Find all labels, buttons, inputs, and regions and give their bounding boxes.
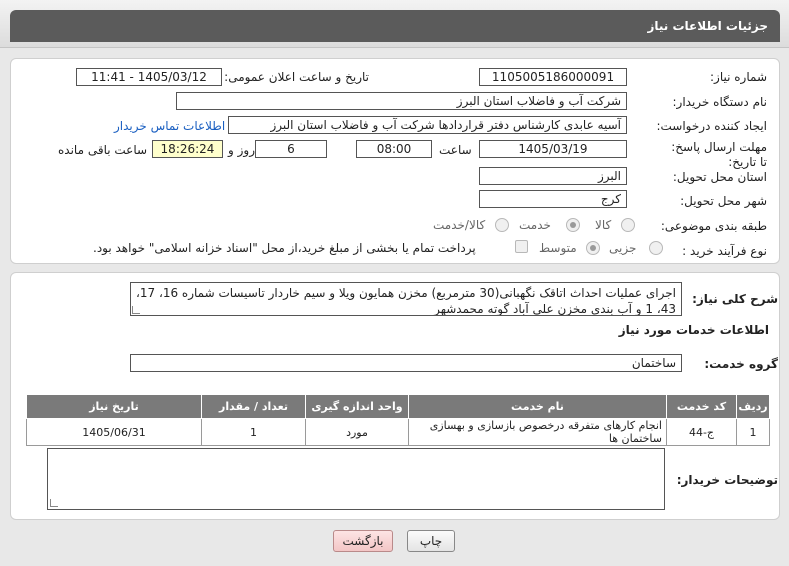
cell-need-date: 1405/06/31 [26,418,202,446]
category-goods-label: کالا [595,218,612,232]
back-button[interactable]: بازگشت [333,530,393,552]
treasury-payment-note: پرداخت تمام یا بخشی از مبلغ خرید،از محل … [93,241,476,255]
need-summary-line-1: اجرای عملیات احداث اتاقک نگهبانی(30 مترم… [135,286,676,300]
process-medium-label: متوسط [539,241,577,255]
buyer-org-label: نام دستگاه خریدار: [672,95,768,109]
services-section-title: اطلاعات خدمات مورد نیاز [618,323,769,337]
service-group-label: گروه خدمت: [704,357,778,371]
process-minor-label: جزیی [609,241,637,255]
table-row: 1 ج-44 انجام کارهای متفرقه درخصوص بازساز… [26,418,770,446]
delivery-province-label: استان محل تحویل: [672,170,767,184]
deadline-date-field: 1405/03/19 [479,140,627,158]
print-button[interactable]: چاپ [407,530,455,552]
summary-resize-handle[interactable] [132,306,140,314]
request-creator-label: ایجاد کننده درخواست: [656,119,767,133]
remaining-days-field: 6 [255,140,327,158]
deadline-time-field: 08:00 [356,140,432,158]
treasury-payment-checkbox[interactable] [515,240,528,253]
announce-datetime-field: 1405/03/12 - 11:41 [76,68,222,86]
category-goods-service-radio[interactable] [495,218,509,232]
col-service-code: کد خدمت [666,394,737,419]
remaining-time-label: ساعت باقی مانده [58,143,148,157]
need-info-panel [10,58,780,264]
col-row-number: ردیف [736,394,770,419]
buyer-contact-link[interactable]: اطلاعات تماس خریدار [114,119,225,133]
category-label: طبقه بندی موضوعی: [660,219,767,233]
deadline-time-label: ساعت [439,143,472,157]
buyer-notes-label: توضیحات خریدار: [676,473,778,487]
process-minor-radio[interactable] [649,241,663,255]
cell-service-code: ج-44 [666,418,737,446]
service-group-field: ساختمان [130,354,682,372]
announce-datetime-label: تاریخ و ساعت اعلان عمومی: [224,70,369,84]
category-goods-radio[interactable] [621,218,635,232]
cell-service-name: انجام کارهای متفرقه درخصوص بازسازی و بهس… [408,418,667,446]
need-number-field: 1105005186000091 [479,68,627,86]
request-creator-field: آسیه عابدی کارشناس دفتر قراردادها شرکت آ… [228,116,627,134]
services-table: ردیف کد خدمت نام خدمت واحد اندازه گیری ت… [26,394,770,446]
need-summary-line-2: 43، 1 و آب بندی مخزن علی آباد گوته محمدش… [434,302,676,316]
remaining-time-field: 18:26:24 [152,140,223,158]
cell-row-number: 1 [736,418,770,446]
col-quantity: تعداد / مقدار [201,394,306,419]
page-title: جزئیات اطلاعات نیاز [647,19,768,33]
delivery-city-label: شهر محل تحویل: [680,194,767,208]
col-unit: واحد اندازه گیری [305,394,409,419]
process-medium-radio[interactable] [586,241,600,255]
deadline-label: مهلت ارسال پاسخ: تا تاریخ: [671,140,767,169]
need-summary-label: شرح کلی نیاز: [692,292,778,306]
notes-resize-handle[interactable] [50,499,58,507]
cell-unit: مورد [305,418,409,446]
delivery-city-field: کرج [479,190,627,208]
services-table-header: ردیف کد خدمت نام خدمت واحد اندازه گیری ت… [26,394,770,419]
cell-quantity: 1 [201,418,306,446]
need-number-label: شماره نیاز: [710,70,767,84]
category-goods-service-label: کالا/خدمت [433,218,486,232]
page-header: جزئیات اطلاعات نیاز [10,10,780,42]
col-need-date: تاریخ نیاز [26,394,202,419]
buyer-org-field: شرکت آب و فاضلاب استان البرز [176,92,627,110]
col-service-name: نام خدمت [408,394,667,419]
remaining-days-label: روز و [228,143,255,157]
category-service-radio[interactable] [566,218,580,232]
category-service-label: خدمت [519,218,551,232]
buyer-notes-field [47,448,665,510]
purchase-process-label: نوع فرآیند خرید : [682,244,767,258]
need-summary-field: اجرای عملیات احداث اتاقک نگهبانی(30 مترم… [130,282,682,316]
delivery-province-field: البرز [479,167,627,185]
